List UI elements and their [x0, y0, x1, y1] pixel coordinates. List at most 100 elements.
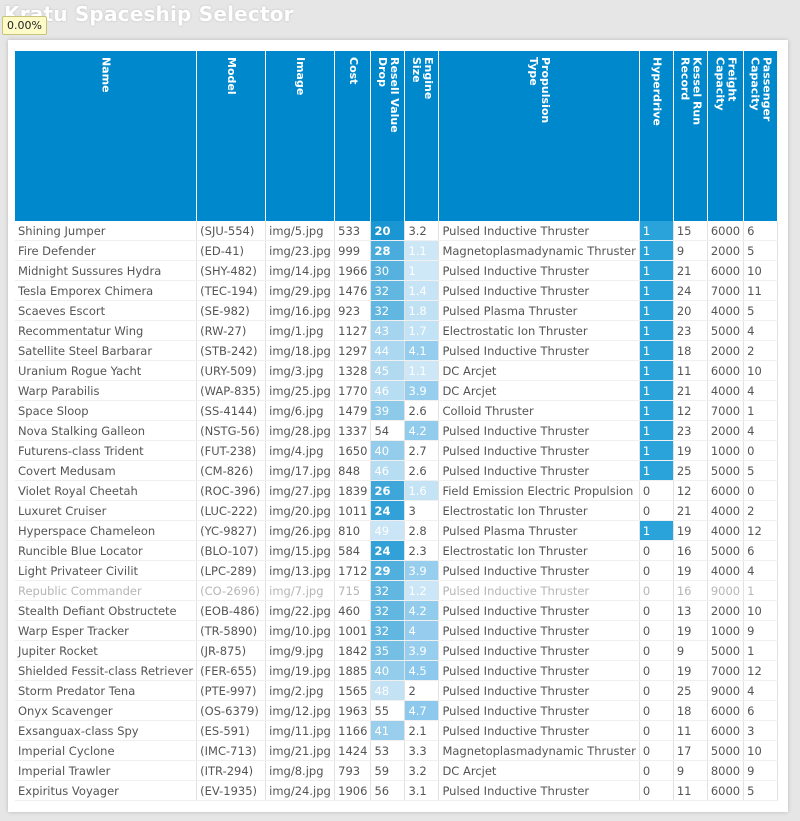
table-row[interactable]: Fire Defender (ED-41) img/23.jpg 999 28 1.1 Ma…: [15, 240, 779, 261]
cell-cost: 1770: [334, 380, 372, 401]
table-row[interactable]: Stealth Defiant Obstructete (EOB-486) img/…: [15, 600, 779, 621]
cell-model: (WAP-835): [196, 380, 267, 401]
cell-freight-capacity: 7000: [707, 400, 745, 421]
cell-passenger-capacity: 1: [743, 580, 779, 601]
cell-passenger-capacity: 10: [743, 600, 779, 621]
table-row[interactable]: Hyperspace Chameleon (YC-9827) img/26.jpg 8…: [15, 520, 779, 541]
cell-engine-size: 4.7: [404, 700, 440, 721]
table-row[interactable]: Light Privateer Civilit (LPC-289) img/13.j…: [15, 560, 779, 581]
cell-name: Shielded Fessit-class Retriever: [15, 660, 198, 681]
table-row[interactable]: Scaeves Escort (SE-982) img/16.jpg 923 32 1.8…: [15, 300, 779, 321]
table-row[interactable]: Runcible Blue Locator (BLO-107) img/15.jpg…: [15, 540, 779, 561]
cell-propulsion-type: Pulsed Inductive Thruster: [438, 580, 640, 601]
cell-kessel-run-record: 19: [673, 440, 708, 461]
table-row[interactable]: Exsanguax-class Spy (ES-591) img/11.jpg 116…: [15, 720, 779, 741]
cell-model: (ROC-396): [196, 480, 267, 501]
table-row[interactable]: Republic Commander (CO-2696) img/7.jpg 715 3…: [15, 580, 779, 601]
cell-image: img/1.jpg: [265, 320, 336, 341]
cell-image: img/10.jpg: [265, 620, 336, 641]
cell-name: Shining Jumper: [15, 221, 198, 241]
cell-hyperdrive: 0: [639, 780, 674, 801]
cell-freight-capacity: 4000: [707, 560, 745, 581]
column-header-passenger-capacity[interactable]: Passenger Capacity: [743, 51, 779, 221]
cell-passenger-capacity: 1: [743, 400, 779, 421]
cell-cost: 460: [334, 600, 372, 621]
table-row[interactable]: Luxuret Cruiser (LUC-222) img/20.jpg 1011 24…: [15, 500, 779, 521]
cell-model: (ITR-294): [196, 760, 267, 781]
table-row[interactable]: Space Sloop (SS-4144) img/6.jpg 1479 39 2.6 Co…: [15, 400, 779, 421]
cell-kessel-run-record: 19: [673, 620, 708, 641]
cell-cost: 1424: [334, 740, 372, 761]
cell-engine-size: 3.9: [404, 560, 440, 581]
cell-resell-value-drop: 40: [370, 660, 406, 681]
column-header-image[interactable]: Image: [265, 51, 336, 221]
cell-cost: 1565: [334, 680, 372, 701]
cell-hyperdrive: 0: [639, 580, 674, 601]
column-header-cost[interactable]: Cost: [334, 51, 372, 221]
table-row[interactable]: Nova Stalking Galleon (NSTG-56) img/28.jpg…: [15, 420, 779, 441]
cell-name: Futurens-class Trident: [15, 440, 198, 461]
table-row[interactable]: Uranium Rogue Yacht (URY-509) img/3.jpg 132…: [15, 360, 779, 381]
cell-engine-size: 4.5: [404, 660, 440, 681]
column-header-freight-capacity[interactable]: Freight Capacity: [707, 51, 745, 221]
cell-propulsion-type: DC Arcjet: [438, 380, 640, 401]
column-header-propulsion-type[interactable]: Propulsion Type: [438, 51, 640, 221]
table-row[interactable]: Futurens-class Trident (FUT-238) img/4.jpg…: [15, 440, 779, 461]
cell-cost: 793: [334, 760, 372, 781]
cell-name: Violet Royal Cheetah: [15, 480, 198, 501]
cell-kessel-run-record: 16: [673, 540, 708, 561]
table-row[interactable]: Tesla Emporex Chimera (TEC-194) img/29.jpg…: [15, 280, 779, 301]
cell-cost: 1839: [334, 480, 372, 501]
cell-passenger-capacity: 9: [743, 760, 779, 781]
cell-propulsion-type: Pulsed Inductive Thruster: [438, 780, 640, 801]
cell-kessel-run-record: 21: [673, 380, 708, 401]
table-row[interactable]: Recommentatur Wing (RW-27) img/1.jpg 1127 43…: [15, 320, 779, 341]
cell-passenger-capacity: 2: [743, 500, 779, 521]
table-row[interactable]: Satellite Steel Barbarar (STB-242) img/18.…: [15, 340, 779, 361]
column-header-kessel-run-record[interactable]: Kessel Run Record: [673, 51, 708, 221]
cell-hyperdrive: 1: [639, 280, 674, 301]
cell-model: (SS-4144): [196, 400, 267, 421]
cell-freight-capacity: 6000: [707, 221, 745, 241]
cell-name: Covert Medusam: [15, 460, 198, 481]
table-row[interactable]: Warp Parabilis (WAP-835) img/25.jpg 1770 46 3…: [15, 380, 779, 401]
column-header-hyperdrive[interactable]: Hyperdrive: [639, 51, 674, 221]
table-row[interactable]: Covert Medusam (CM-826) img/17.jpg 848 46 2.6…: [15, 460, 779, 481]
table-row[interactable]: Shining Jumper (SJU-554) img/5.jpg 533 20 3.2…: [15, 221, 779, 241]
cell-cost: 1650: [334, 440, 372, 461]
table-row[interactable]: Storm Predator Tena (PTE-997) img/2.jpg 156…: [15, 680, 779, 701]
cell-passenger-capacity: 5: [743, 780, 779, 801]
column-header-resell-value-drop[interactable]: Resell Value Drop: [370, 51, 406, 221]
table-row[interactable]: Violet Royal Cheetah (ROC-396) img/27.jpg 1…: [15, 480, 779, 501]
cell-model: (YC-9827): [196, 520, 267, 541]
table-row[interactable]: Expiritus Voyager (EV-1935) img/24.jpg 1906…: [15, 780, 779, 801]
column-header-engine-size[interactable]: Engine Size: [404, 51, 440, 221]
table-row[interactable]: Onyx Scavenger (OS-6379) img/12.jpg 1963 55 4…: [15, 700, 779, 721]
cell-propulsion-type: Electrostatic Ion Thruster: [438, 320, 640, 341]
column-header-name[interactable]: Name: [15, 51, 198, 221]
table-row[interactable]: Shielded Fessit-class Retriever (FER-655)…: [15, 660, 779, 681]
cell-cost: 923: [334, 300, 372, 321]
cell-image: img/2.jpg: [265, 680, 336, 701]
cell-passenger-capacity: 10: [743, 740, 779, 761]
cell-name: Nova Stalking Galleon: [15, 420, 198, 441]
cell-model: (ES-591): [196, 720, 267, 741]
cell-cost: 1885: [334, 660, 372, 681]
cell-model: (FUT-238): [196, 440, 267, 461]
cell-hyperdrive: 1: [639, 360, 674, 381]
cell-engine-size: 1.4: [404, 280, 440, 301]
cell-kessel-run-record: 17: [673, 740, 708, 761]
table-row[interactable]: Warp Esper Tracker (TR-5890) img/10.jpg 100…: [15, 620, 779, 641]
table-row[interactable]: Midnight Sussures Hydra (SHY-482) img/14.j…: [15, 260, 779, 281]
column-header-model[interactable]: Model: [196, 51, 267, 221]
table-row[interactable]: Imperial Trawler (ITR-294) img/8.jpg 793 59 3…: [15, 760, 779, 781]
column-header-label: Hyperdrive: [650, 57, 664, 126]
table-row[interactable]: Jupiter Rocket (JR-875) img/9.jpg 1842 35 3.9…: [15, 640, 779, 661]
column-header-label: Resell Value Drop: [375, 57, 401, 133]
cell-name: Jupiter Rocket: [15, 640, 198, 661]
cell-resell-value-drop: 29: [370, 560, 406, 581]
cell-propulsion-type: Colloid Thruster: [438, 400, 640, 421]
table-row[interactable]: Imperial Cyclone (IMC-713) img/21.jpg 1424 5…: [15, 740, 779, 761]
cell-hyperdrive: 1: [639, 260, 674, 281]
cell-engine-size: 1.1: [404, 240, 440, 261]
